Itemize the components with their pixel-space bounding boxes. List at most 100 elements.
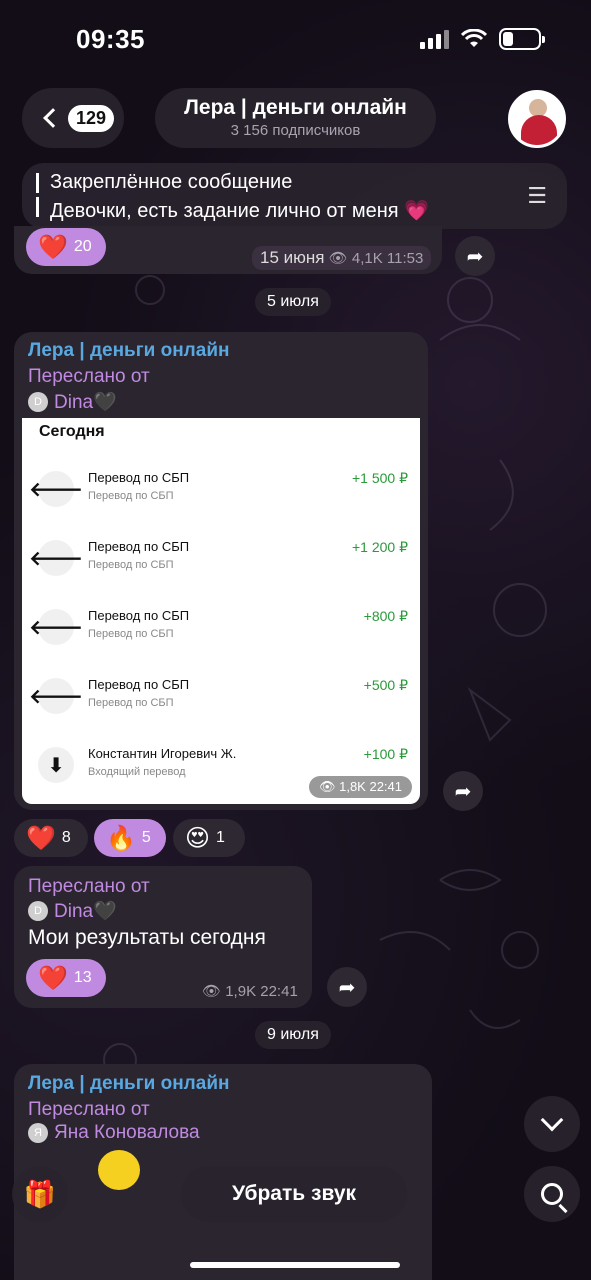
forwarded-user-name: Яна Коновалова (54, 1122, 200, 1143)
transaction-row: 🡐 Перевод по СБП Перевод по СБП +800 ₽ (29, 603, 408, 653)
share-button[interactable]: ➦ (443, 771, 483, 811)
heart-icon: ❤️ (26, 824, 56, 852)
arrow-left-icon: 🡐 (29, 609, 83, 645)
views-time: 1,9K 22:41 (225, 983, 298, 1000)
forwarded-user-name: Dina🖤 (54, 901, 117, 922)
transaction-name: Перевод по СБП (88, 677, 190, 692)
arrow-down-icon: ⬇ (38, 747, 74, 783)
wifi-icon (461, 29, 487, 47)
share-button[interactable]: ➦ (455, 236, 495, 276)
transaction-name: Перевод по СБП (88, 470, 190, 485)
views-time: 4,1K 11:53 (351, 250, 424, 267)
transaction-name: Перевод по СБП (88, 539, 190, 554)
status-time: 09:35 (76, 24, 145, 54)
message-text: Мои результаты сегодня (28, 926, 266, 949)
heart-icon: ❤️ (38, 233, 68, 261)
date-separator: 5 июля (255, 288, 331, 316)
back-button[interactable]: 129 (22, 88, 124, 148)
message-meta: 👁 1,8K 22:41 (308, 776, 412, 798)
arrow-left-icon: 🡐 (29, 471, 83, 507)
reaction-count: 5 (141, 829, 151, 846)
gift-icon: 🎁 (23, 1178, 57, 1209)
forwarded-user-name: Dina🖤 (54, 392, 117, 413)
signal-icon (420, 29, 449, 49)
message-meta: 👁 1,9K 22:41 (202, 982, 298, 1000)
transaction-amount: +500 ₽ (363, 677, 408, 693)
views-icon: 👁 (318, 779, 336, 794)
share-icon: ➦ (454, 780, 472, 803)
status-icons (420, 28, 545, 50)
forwarded-user[interactable]: D Dina🖤 (28, 390, 117, 414)
subscriber-count: 3 156 подписчиков (230, 122, 361, 139)
chevron-left-icon (43, 108, 63, 128)
arrow-left-icon: 🡐 (29, 540, 83, 576)
screenshot-image[interactable]: Сегодня 🡐 Перевод по СБП Перевод по СБП … (22, 418, 420, 804)
channel-name: Лера | деньги онлайн (28, 340, 230, 361)
share-icon: ➦ (338, 976, 356, 999)
scroll-down-button[interactable] (524, 1096, 580, 1152)
channel-header[interactable]: Лера | деньги онлайн 3 156 подписчиков (155, 88, 436, 148)
message-date: 15 июня (260, 248, 325, 267)
transaction-amount: +1 200 ₽ (351, 539, 408, 555)
mute-button[interactable]: Убрать звук (181, 1166, 407, 1222)
chevron-down-icon (540, 1108, 564, 1132)
arrow-left-icon: 🡐 (29, 678, 83, 714)
reaction-heart[interactable]: ❤️ 13 (26, 959, 106, 997)
pinned-text: Девочки, есть задание лично от меня 💗 (50, 200, 430, 222)
status-bar: 09:35 (0, 0, 591, 80)
views-time: 1,8K 22:41 (339, 779, 402, 794)
transaction-sub: Перевод по СБП (88, 697, 174, 709)
reaction-count: 20 (73, 238, 92, 255)
reaction-heart-eyes[interactable]: 😍 1 (173, 819, 245, 857)
transaction-amount: +100 ₽ (363, 746, 408, 762)
share-button[interactable]: ➦ (327, 967, 367, 1007)
reaction-heart[interactable]: ❤️ 20 (26, 228, 106, 266)
transaction-name: Перевод по СБП (88, 608, 190, 623)
home-indicator (190, 1262, 400, 1268)
channel-name: Лера | деньги онлайн (28, 1073, 230, 1094)
transaction-row: 🡐 Перевод по СБП Перевод по СБП +1 200 ₽ (29, 534, 408, 584)
pinned-message[interactable]: Закреплённое сообщение Девочки, есть зад… (22, 163, 567, 229)
battery-icon (499, 28, 545, 50)
card-title: Сегодня (39, 423, 105, 440)
reaction-count: 13 (73, 969, 92, 986)
transaction-sub: Перевод по СБП (88, 559, 174, 571)
forwarded-label: Переслано от (28, 876, 150, 897)
transaction-row: 🡐 Перевод по СБП Перевод по СБП +500 ₽ (29, 672, 408, 722)
views-icon: 👁 (328, 250, 348, 267)
reaction-fire[interactable]: 🔥 5 (94, 819, 166, 857)
transaction-sub: Входящий перевод (88, 766, 186, 778)
reaction-count: 1 (216, 829, 225, 846)
search-button[interactable] (524, 1166, 580, 1222)
transaction-sub: Перевод по СБП (88, 628, 174, 640)
user-avatar: D (28, 901, 48, 921)
message-meta: 15 июня 👁 4,1K 11:53 (252, 246, 432, 270)
forwarded-user[interactable]: Я Яна Коновалова (28, 1122, 200, 1144)
transaction-amount: +800 ₽ (363, 608, 408, 624)
transaction-name: Константин Игоревич Ж. (88, 746, 237, 761)
date-separator: 9 июля (255, 1021, 331, 1049)
forwarded-user[interactable]: D Dina🖤 (28, 899, 117, 923)
gift-button[interactable]: 🎁 (12, 1166, 68, 1222)
transaction-row: 🡐 Перевод по СБП Перевод по СБП +1 500 ₽ (29, 465, 408, 515)
forwarded-label: Переслано от (28, 1099, 150, 1120)
pinned-indicator (36, 173, 39, 219)
share-icon: ➦ (466, 245, 484, 268)
user-avatar: Я (28, 1123, 48, 1143)
heart-icon: ❤️ (38, 964, 68, 992)
user-avatar: D (28, 392, 48, 412)
channel-title: Лера | деньги онлайн (184, 96, 407, 119)
channel-avatar[interactable] (508, 90, 566, 148)
pinned-label: Закреплённое сообщение (50, 171, 293, 193)
views-icon: 👁 (202, 983, 222, 1000)
heart-eyes-icon: 😍 (185, 824, 211, 852)
bank-logo-icon (98, 1150, 140, 1190)
forwarded-label: Переслано от (28, 366, 150, 387)
transaction-sub: Перевод по СБП (88, 490, 174, 502)
transaction-amount: +1 500 ₽ (351, 470, 408, 486)
unread-badge: 129 (68, 104, 115, 132)
fire-icon: 🔥 (106, 824, 136, 852)
reaction-heart[interactable]: ❤️ 8 (14, 819, 88, 857)
pin-list-icon[interactable]: ☰ (527, 183, 547, 209)
search-icon (541, 1183, 563, 1205)
